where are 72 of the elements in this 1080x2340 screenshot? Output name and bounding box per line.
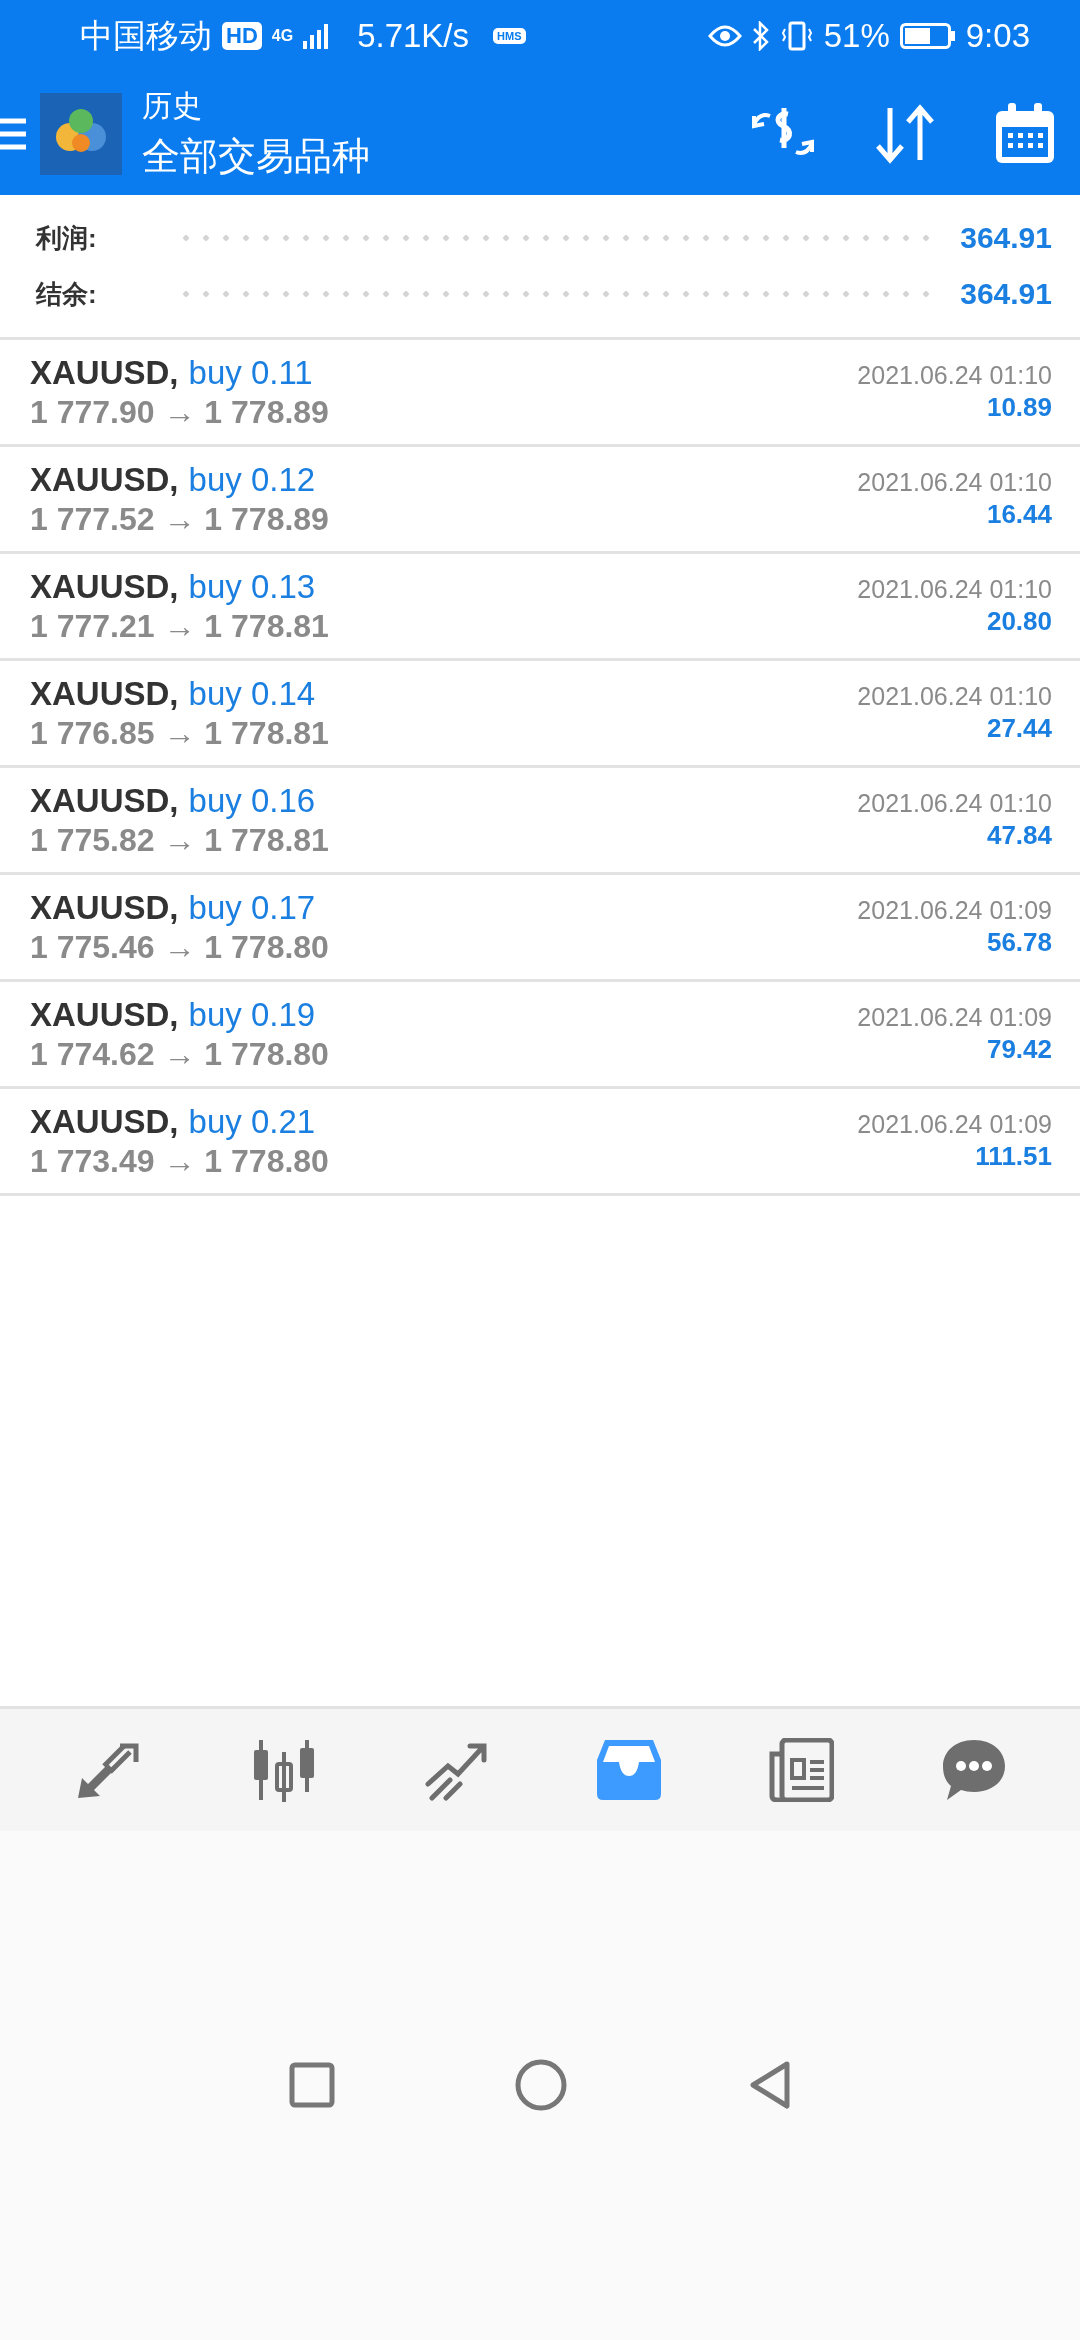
menu-icon[interactable] bbox=[0, 116, 28, 151]
trade-symbol: XAUUSD, bbox=[30, 781, 179, 820]
trade-symbol: XAUUSD, bbox=[30, 567, 179, 606]
trade-prices: 1 773.49 → 1 778.80 bbox=[30, 1142, 329, 1180]
trade-time: 2021.06.24 01:10 bbox=[857, 468, 1052, 497]
trade-row[interactable]: XAUUSD, buy 0.19 1 774.62 → 1 778.80 2021.06.24 01:09 79.42 bbox=[0, 982, 1080, 1089]
battery-percent: 51% bbox=[823, 17, 890, 55]
trade-prices: 1 777.21 → 1 778.81 bbox=[30, 607, 329, 645]
clock-time: 9:03 bbox=[965, 17, 1030, 55]
trade-side: buy 0.19 bbox=[188, 995, 316, 1034]
trade-symbol: XAUUSD, bbox=[30, 674, 179, 713]
trade-row[interactable]: XAUUSD, buy 0.17 1 775.46 → 1 778.80 2021.06.24 01:09 56.78 bbox=[0, 875, 1080, 982]
trade-time: 2021.06.24 01:09 bbox=[857, 1110, 1052, 1139]
carrier-name: 中国移动 bbox=[80, 15, 212, 56]
sort-icon[interactable] bbox=[874, 103, 936, 164]
trade-profit: 27.44 bbox=[986, 713, 1052, 744]
trade-side: buy 0.12 bbox=[188, 460, 316, 499]
trade-profit: 16.44 bbox=[986, 499, 1052, 530]
summary-value: 364.91 bbox=[960, 277, 1052, 311]
trade-time: 2021.06.24 01:10 bbox=[857, 682, 1052, 711]
trade-profit: 56.78 bbox=[986, 927, 1052, 958]
trade-profit: 20.80 bbox=[986, 606, 1052, 637]
trade-prices: 1 775.46 → 1 778.80 bbox=[30, 928, 329, 966]
trade-prices: 1 777.90 → 1 778.89 bbox=[30, 393, 329, 431]
trade-symbol: XAUUSD, bbox=[30, 995, 179, 1034]
app-logo-icon bbox=[40, 92, 122, 175]
trade-side: buy 0.13 bbox=[188, 567, 316, 606]
screen-title: 历史 bbox=[142, 87, 203, 124]
trade-row[interactable]: XAUUSD, buy 0.13 1 777.21 → 1 778.81 2021.06.24 01:10 20.80 bbox=[0, 554, 1080, 661]
trade-prices: 1 776.85 → 1 778.81 bbox=[30, 714, 329, 752]
trade-symbol: XAUUSD, bbox=[30, 353, 179, 392]
trade-side: buy 0.17 bbox=[188, 888, 316, 927]
trade-side: buy 0.21 bbox=[188, 1102, 316, 1141]
network-type: 4G bbox=[271, 27, 294, 45]
eye-icon bbox=[707, 24, 742, 48]
summary-label: 利润: bbox=[36, 221, 98, 255]
trade-time: 2021.06.24 01:10 bbox=[857, 789, 1052, 818]
trade-symbol: XAUUSD, bbox=[30, 888, 179, 927]
trade-time: 2021.06.24 01:09 bbox=[857, 896, 1052, 925]
trade-prices: 1 774.62 → 1 778.80 bbox=[30, 1035, 329, 1073]
calendar-icon[interactable] bbox=[994, 102, 1056, 165]
trade-side: buy 0.16 bbox=[188, 781, 316, 820]
symbol-filter[interactable]: 全部交易品种 bbox=[142, 130, 750, 182]
trade-prices: 1 777.52 → 1 778.89 bbox=[30, 500, 329, 538]
trade-row[interactable]: XAUUSD, buy 0.21 1 773.49 → 1 778.80 2021.06.24 01:09 111.51 bbox=[0, 1089, 1080, 1196]
recents-icon[interactable] bbox=[289, 2062, 335, 2109]
trade-profit: 10.89 bbox=[986, 392, 1052, 423]
bluetooth-icon bbox=[751, 21, 770, 51]
battery-icon bbox=[899, 23, 956, 49]
trade-symbol: XAUUSD, bbox=[30, 1102, 179, 1141]
trade-row[interactable]: XAUUSD, buy 0.14 1 776.85 → 1 778.81 2021.06.24 01:10 27.44 bbox=[0, 661, 1080, 768]
hms-icon: HMS bbox=[493, 27, 526, 45]
trade-time: 2021.06.24 01:10 bbox=[857, 361, 1052, 390]
trade-side: buy 0.11 bbox=[188, 353, 313, 392]
trade-side: buy 0.14 bbox=[188, 674, 316, 713]
trade-prices: 1 775.82 → 1 778.81 bbox=[30, 821, 329, 859]
trade-symbol: XAUUSD, bbox=[30, 460, 179, 499]
trade-time: 2021.06.24 01:09 bbox=[857, 1003, 1052, 1032]
home-icon[interactable] bbox=[515, 2059, 567, 2112]
trade-profit: 111.51 bbox=[975, 1141, 1052, 1172]
trade-time: 2021.06.24 01:10 bbox=[857, 575, 1052, 604]
vibrate-icon bbox=[779, 21, 814, 51]
hd-icon: HD bbox=[222, 21, 262, 51]
network-speed: 5.71K/s bbox=[357, 17, 470, 55]
trade-profit: 79.42 bbox=[986, 1034, 1052, 1065]
summary-value: 364.91 bbox=[960, 221, 1052, 255]
trade-row[interactable]: XAUUSD, buy 0.16 1 775.82 → 1 778.81 2021.06.24 01:10 47.84 bbox=[0, 768, 1080, 875]
trade-row[interactable]: XAUUSD, buy 0.11 1 777.90 → 1 778.89 2021.06.24 01:10 10.89 bbox=[0, 340, 1080, 447]
summary-label: 结余: bbox=[36, 277, 98, 311]
back-icon[interactable] bbox=[747, 2060, 791, 2111]
trade-row[interactable]: XAUUSD, buy 0.12 1 777.52 → 1 778.89 2021.06.24 01:10 16.44 bbox=[0, 447, 1080, 554]
trade-profit: 47.84 bbox=[986, 820, 1052, 851]
